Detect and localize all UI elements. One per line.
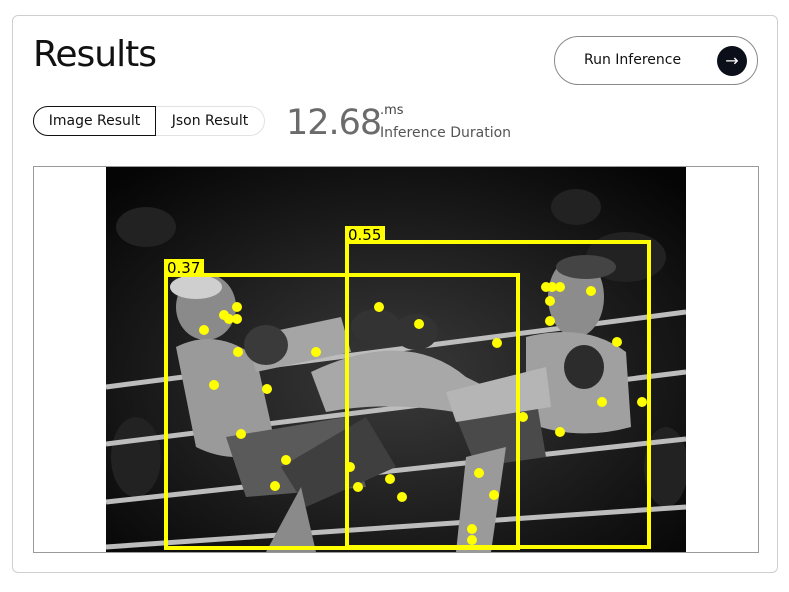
page-title: Results bbox=[33, 34, 157, 75]
inference-duration-unit: .ms bbox=[380, 103, 404, 118]
inference-duration-label: Inference Duration bbox=[380, 125, 512, 141]
arrow-right-icon: → bbox=[717, 46, 747, 76]
run-inference-button[interactable]: Run Inference → bbox=[554, 36, 758, 85]
tab-json-result[interactable]: Json Result bbox=[156, 106, 265, 136]
detection-score-1: 0.37 bbox=[167, 259, 200, 277]
result-tabs: Image Result Json Result bbox=[33, 106, 265, 136]
result-image: 0.37 0.55 bbox=[106, 167, 686, 552]
kickboxing-photo: 0.37 0.55 bbox=[106, 167, 686, 552]
tab-image-result[interactable]: Image Result bbox=[33, 106, 156, 136]
run-inference-label: Run Inference bbox=[584, 52, 682, 68]
detection-score-2: 0.55 bbox=[348, 226, 381, 244]
inference-duration-value: 12.68 bbox=[286, 103, 382, 143]
